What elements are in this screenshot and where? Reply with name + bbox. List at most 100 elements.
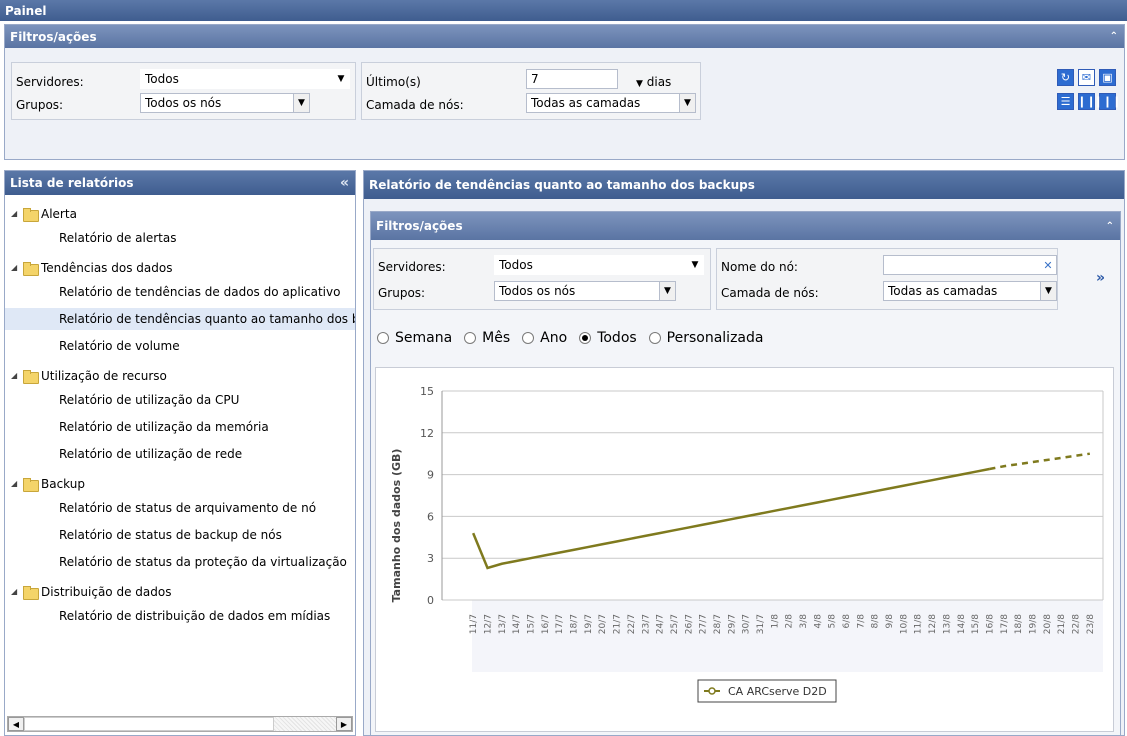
trend-chart: 0 3 6 9 12 15 Tamanho dos dados (GB) 11/7 12/7 13… [375, 367, 1114, 732]
two-column-view-icon[interactable]: ❙❙ [1077, 93, 1096, 110]
scroll-left-icon[interactable]: ◀ [8, 717, 24, 731]
x-tick-label: 19/8 [1028, 614, 1038, 634]
tree-item-report[interactable]: Relatório de utilização da memória [5, 416, 355, 438]
period-radio[interactable]: Mês [464, 330, 510, 346]
tree-group[interactable]: ◢ Distribuição de dados [11, 581, 171, 603]
legend-label: CA ARCserve D2D [728, 685, 827, 698]
period-tier-box: Último(s) 7 ▼ dias Camada de nós: Todas … [361, 62, 701, 120]
radio-circle[interactable] [579, 332, 592, 344]
servers-groups-box: Servidores: Todos ▼ Grupos: Todos os nós… [11, 62, 356, 120]
radio-circle[interactable] [464, 332, 477, 344]
servers-select[interactable]: Todos ▼ [140, 69, 350, 89]
x-tick-label: 25/7 [670, 614, 680, 634]
series-line-forecast [989, 452, 1091, 471]
x-tick-label: 9/8 [885, 614, 895, 629]
x-tick-label: 28/7 [713, 614, 723, 634]
expand-triangle-icon[interactable]: ◢ [11, 473, 23, 495]
radio-circle[interactable] [522, 332, 535, 344]
x-tick-label: 15/8 [971, 614, 981, 634]
tree-group[interactable]: ◢ Utilização de recurso [11, 365, 167, 387]
period-radio-label: Personalizada [666, 330, 764, 346]
email-icon[interactable]: ✉ [1078, 69, 1095, 86]
period-radio-label: Mês [482, 330, 511, 346]
tree-group[interactable]: ◢ Backup [11, 473, 85, 495]
x-tick-label: 6/8 [842, 614, 852, 629]
x-tick-label: 22/8 [1071, 614, 1081, 634]
tree-item-report[interactable]: Relatório de alertas [5, 227, 355, 249]
report-servers-label: Servidores: [378, 260, 446, 274]
tree-group[interactable]: ◢ Alerta [11, 203, 77, 225]
x-tick-label: 20/8 [1043, 614, 1053, 634]
period-radio[interactable]: Personalizada [648, 330, 764, 346]
radio-circle[interactable] [648, 332, 661, 344]
tree-group-label: Utilização de recurso [41, 369, 167, 383]
tree-item-report[interactable]: Relatório de distribuição de dados em mí… [5, 605, 355, 627]
y-tick-label: 15 [420, 385, 434, 398]
node-name-input[interactable]: ✕ [883, 255, 1057, 275]
expand-triangle-icon[interactable]: ◢ [11, 365, 23, 387]
export-icon[interactable]: ▣ [1099, 69, 1116, 86]
tree-item-report[interactable]: Relatório de status da proteção da virtu… [5, 551, 355, 573]
expand-triangle-icon[interactable]: ◢ [11, 581, 23, 603]
tree-item-report[interactable]: Relatório de status de backup de nós [5, 524, 355, 546]
y-tick-label: 6 [427, 510, 434, 523]
report-servers-select[interactable]: Todos ▼ [494, 255, 704, 275]
y-tick-label: 3 [427, 552, 434, 565]
radio-circle[interactable] [377, 332, 389, 344]
x-tick-label: 5/8 [828, 614, 838, 629]
chevron-down-icon: ▼ [679, 94, 695, 112]
expand-triangle-icon[interactable]: ◢ [11, 203, 23, 225]
report-tier-select[interactable]: Todas as camadas ▼ [883, 281, 1057, 301]
chevron-down-icon: ▼ [691, 260, 699, 270]
groups-select[interactable]: Todos os nós ▼ [140, 93, 310, 113]
x-tick-label: 16/7 [541, 614, 551, 634]
x-tick-label: 15/7 [527, 614, 537, 634]
x-axis-band [472, 600, 1103, 672]
x-tick-label: 11/7 [469, 614, 479, 634]
collapse-left-icon[interactable]: « [340, 175, 349, 191]
chevron-down-icon: ▼ [293, 94, 309, 112]
folder-icon [23, 478, 39, 492]
report-title: Relatório de tendências quanto ao tamanh… [364, 171, 1124, 199]
scroll-thumb[interactable] [24, 717, 274, 731]
report-list-panel: Lista de relatórios « ◢ Alerta Relatório d… [4, 170, 356, 736]
top-filters-header: Filtros/ações ⌃ [5, 25, 1124, 48]
x-tick-label: 17/8 [1000, 614, 1010, 634]
tree-group-label: Alerta [41, 207, 77, 221]
tier-select[interactable]: Todas as camadas ▼ [526, 93, 696, 113]
more-filters-icon[interactable]: » [1096, 270, 1105, 286]
tree-item-report[interactable]: Relatório de tendências quanto ao tamanh… [5, 308, 355, 330]
x-tick-label: 2/8 [785, 614, 795, 629]
tree-item-report[interactable]: Relatório de utilização de rede [5, 443, 355, 465]
chevron-down-icon: ▼ [1040, 282, 1056, 300]
expand-triangle-icon[interactable]: ◢ [11, 257, 23, 279]
last-days-input[interactable]: 7 [526, 69, 618, 89]
tree-item-report[interactable]: Relatório de utilização da CPU [5, 389, 355, 411]
days-unit-select[interactable]: ▼ dias [636, 75, 671, 89]
x-tick-label: 3/8 [799, 614, 809, 629]
refresh-icon[interactable]: ↻ [1057, 69, 1074, 86]
period-radio[interactable]: Ano [522, 330, 567, 346]
top-filters-panel: Filtros/ações ⌃ Servidores: Todos ▼ Grup… [4, 24, 1125, 160]
collapse-up-icon[interactable]: ⌃ [1110, 31, 1118, 42]
tree-item-report[interactable]: Relatório de tendências de dados do apli… [5, 281, 355, 303]
collapse-up-icon[interactable]: ⌃ [1106, 221, 1114, 232]
report-filters-header: Filtros/ações ⌃ [371, 212, 1120, 240]
three-column-view-icon[interactable]: ❙❙❙ [1094, 93, 1121, 110]
tree-group[interactable]: ◢ Tendências dos dados [11, 257, 172, 279]
x-tick-label: 31/7 [756, 614, 766, 634]
report-groups-select[interactable]: Todos os nós ▼ [494, 281, 676, 301]
last-label: Último(s) [366, 75, 421, 89]
scroll-right-icon[interactable]: ▶ [336, 717, 352, 731]
x-tick-label: 24/7 [656, 614, 666, 634]
tree-item-report[interactable]: Relatório de status de arquivamento de n… [5, 497, 355, 519]
chevron-down-icon: ▼ [337, 74, 345, 84]
period-radio-label: Semana [395, 330, 453, 346]
period-radio[interactable]: Todos [579, 330, 637, 346]
trend-chart-svg: 0 3 6 9 12 15 Tamanho dos dados (GB) 11/7 12/7 13… [390, 385, 1104, 703]
period-radio[interactable]: Semana [377, 330, 452, 346]
clear-icon[interactable]: ✕ [1040, 256, 1056, 274]
horizontal-scrollbar[interactable]: ◀ ▶ [7, 716, 353, 732]
list-view-icon[interactable]: ☰ [1057, 93, 1074, 110]
tree-item-report[interactable]: Relatório de volume [5, 335, 355, 357]
